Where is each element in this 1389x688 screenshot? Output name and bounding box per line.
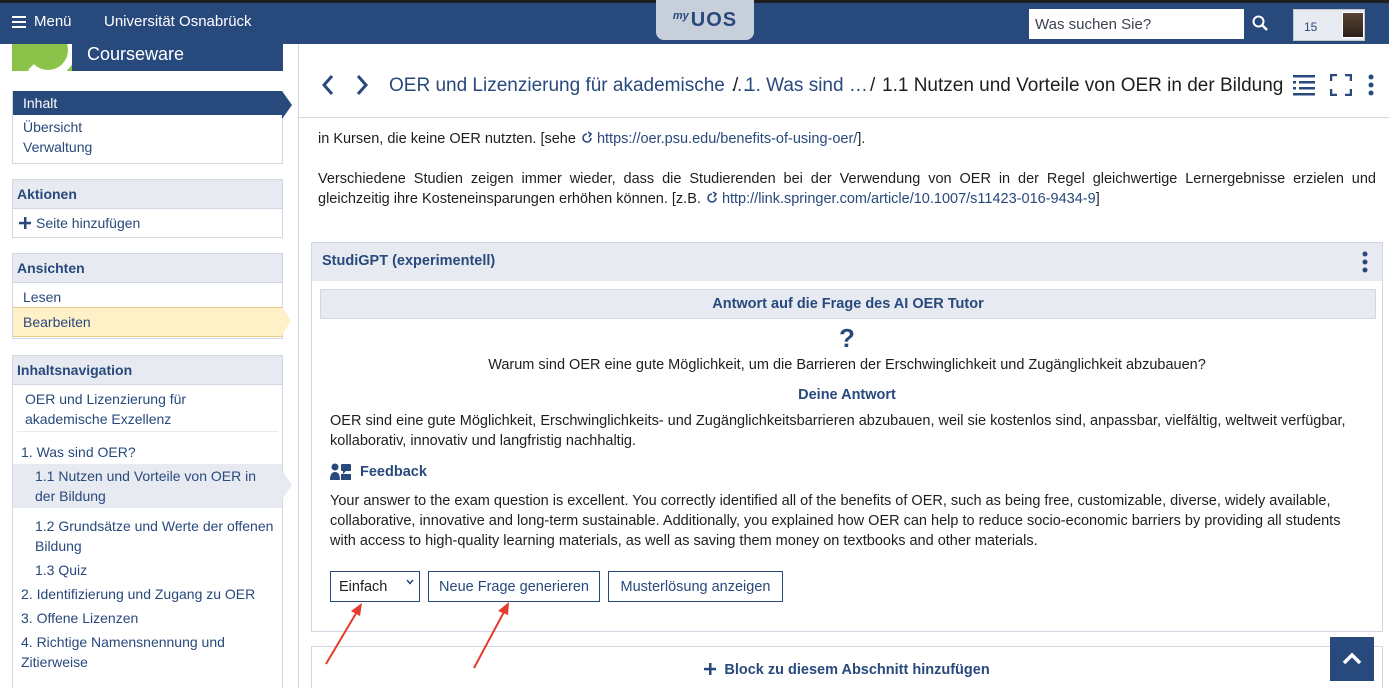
ai-tutor-heading: Antwort auf die Frage des AI OER Tutor	[320, 289, 1376, 319]
page-header: OER und Lizenzierung für akademische … /…	[299, 58, 1389, 118]
add-page-label: Seite hinzufügen	[36, 215, 141, 231]
search-input[interactable]	[1029, 9, 1244, 39]
fullscreen-icon[interactable]	[1330, 74, 1352, 96]
nav-item-verwaltung[interactable]: Verwaltung	[13, 137, 282, 157]
menu-button[interactable]: Menü	[12, 13, 72, 30]
block-kebab-menu-icon[interactable]	[1362, 251, 1368, 273]
toc-item-1[interactable]: 1. Was sind OER?	[13, 440, 282, 464]
top-bar: Menü Universität Osnabrück my UOS 15	[0, 0, 1389, 44]
toc-item-1-2[interactable]: 1.2 Grundsätze und Werte der offenen Bil…	[13, 514, 282, 558]
breadcrumb-separator: /	[733, 75, 739, 96]
sidebar-divider	[298, 44, 299, 688]
answer-text: OER sind eine gute Möglichkeit, Erschwin…	[330, 413, 1346, 449]
feedback-label: Feedback	[360, 464, 427, 480]
link-springer[interactable]: http://link.springer.com/article/10.1007…	[722, 191, 1096, 207]
link-oer-psu[interactable]: https://oer.psu.edu/benefits-of-using-oe…	[597, 131, 857, 147]
question-mark-icon: ?	[839, 323, 855, 353]
views-title: Ansichten	[13, 254, 282, 283]
add-block-label: Block zu diesem Abschnitt hinzufügen	[724, 662, 990, 678]
notification-count: 15	[1304, 20, 1318, 34]
breadcrumb-separator: /	[870, 75, 876, 96]
view-bearbeiten[interactable]: Bearbeiten	[13, 307, 291, 337]
toc-item-2[interactable]: 2. Identifizierung und Zugang zu OER	[13, 582, 282, 606]
scroll-to-top-button[interactable]	[1330, 637, 1374, 681]
logo-uos: UOS	[690, 8, 738, 31]
university-link[interactable]: Universität Osnabrück	[104, 13, 252, 30]
external-link-icon	[582, 131, 593, 143]
paragraph-end: ].	[857, 131, 866, 147]
toc-title: Inhaltsnavigation	[13, 356, 282, 385]
toc-item-3[interactable]: 3. Offene Lizenzen	[13, 606, 282, 630]
toc-item-1-1[interactable]: 1.1 Nutzen und Vorteile von OER in der B…	[13, 464, 292, 508]
course-title: Courseware	[87, 44, 185, 64]
hamburger-icon	[12, 15, 26, 28]
answer-label: Deine Antwort	[798, 387, 896, 403]
actions-box: Aktionen Seite hinzufügen	[12, 179, 283, 238]
nav-box: Inhalt Übersicht Verwaltung	[12, 91, 292, 164]
text-paragraph: Verschiedene Studien zeigen immer wieder…	[318, 169, 1376, 209]
table-of-contents-icon[interactable]	[1293, 74, 1315, 96]
plus-icon	[704, 663, 717, 675]
paragraph-end: ]	[1095, 191, 1100, 207]
views-box: Ansichten Lesen Bearbeiten	[12, 253, 291, 339]
toc-item-1-3[interactable]: 1.3 Quiz	[13, 558, 282, 582]
myuos-logo[interactable]: my UOS	[656, 0, 754, 40]
chevron-up-icon	[1342, 652, 1362, 665]
text-paragraph: in Kursen, die keine OER nutzten. [sehe …	[318, 129, 1376, 149]
feedback-heading: Feedback	[330, 463, 427, 481]
view-lesen[interactable]: Lesen	[13, 283, 282, 307]
page-title: 1.1 Nutzen und Vorteile von OER in der B…	[882, 75, 1284, 96]
breadcrumb-course[interactable]: OER und Lizenzierung für akademische …	[389, 75, 749, 97]
external-link-icon	[707, 191, 718, 203]
show-solution-button[interactable]: Musterlösung anzeigen	[608, 571, 783, 602]
difficulty-select[interactable]: Einfach	[330, 571, 420, 602]
toc-box: Inhaltsnavigation OER und Lizenzierung f…	[12, 355, 292, 688]
paragraph-text: in Kursen, die keine OER nutzten. [sehe	[318, 131, 580, 147]
question-text: Warum sind OER eine gute Möglichkeit, um…	[488, 357, 1206, 373]
plus-icon	[19, 217, 31, 229]
avatar	[1342, 12, 1364, 38]
generate-question-button[interactable]: Neue Frage generieren	[428, 571, 600, 602]
nav-item-uebersicht[interactable]: Übersicht	[13, 117, 282, 137]
notifications-avatar-button[interactable]: 15	[1293, 9, 1365, 41]
chevron-left-icon[interactable]	[321, 74, 335, 96]
menu-label: Menü	[34, 13, 72, 30]
feedback-icon	[330, 463, 351, 480]
toc-item-4[interactable]: 4. Richtige Namensnennung und Zitierweis…	[13, 630, 282, 674]
add-page-action[interactable]: Seite hinzufügen	[13, 209, 282, 237]
toc-root[interactable]: OER und Lizenzierung für akademische Exz…	[17, 385, 278, 432]
add-block-button[interactable]: Block zu diesem Abschnitt hinzufügen	[311, 646, 1383, 688]
course-header: Courseware	[12, 44, 283, 71]
block-title: StudiGPT (experimentell)	[312, 243, 1382, 281]
logo-my: my	[672, 10, 689, 22]
studigpt-block: StudiGPT (experimentell) Antwort auf die…	[311, 242, 1383, 632]
breadcrumb-chapter[interactable]: 1. Was sind …	[745, 75, 868, 97]
search-icon[interactable]	[1252, 15, 1268, 31]
feedback-text: Your answer to the exam question is exce…	[330, 493, 1341, 549]
nav-item-inhalt[interactable]: Inhalt	[13, 91, 292, 119]
actions-title: Aktionen	[13, 180, 282, 209]
courseware-logo-icon	[12, 44, 72, 71]
kebab-menu-icon[interactable]	[1368, 74, 1374, 96]
chevron-right-icon[interactable]	[355, 74, 369, 96]
